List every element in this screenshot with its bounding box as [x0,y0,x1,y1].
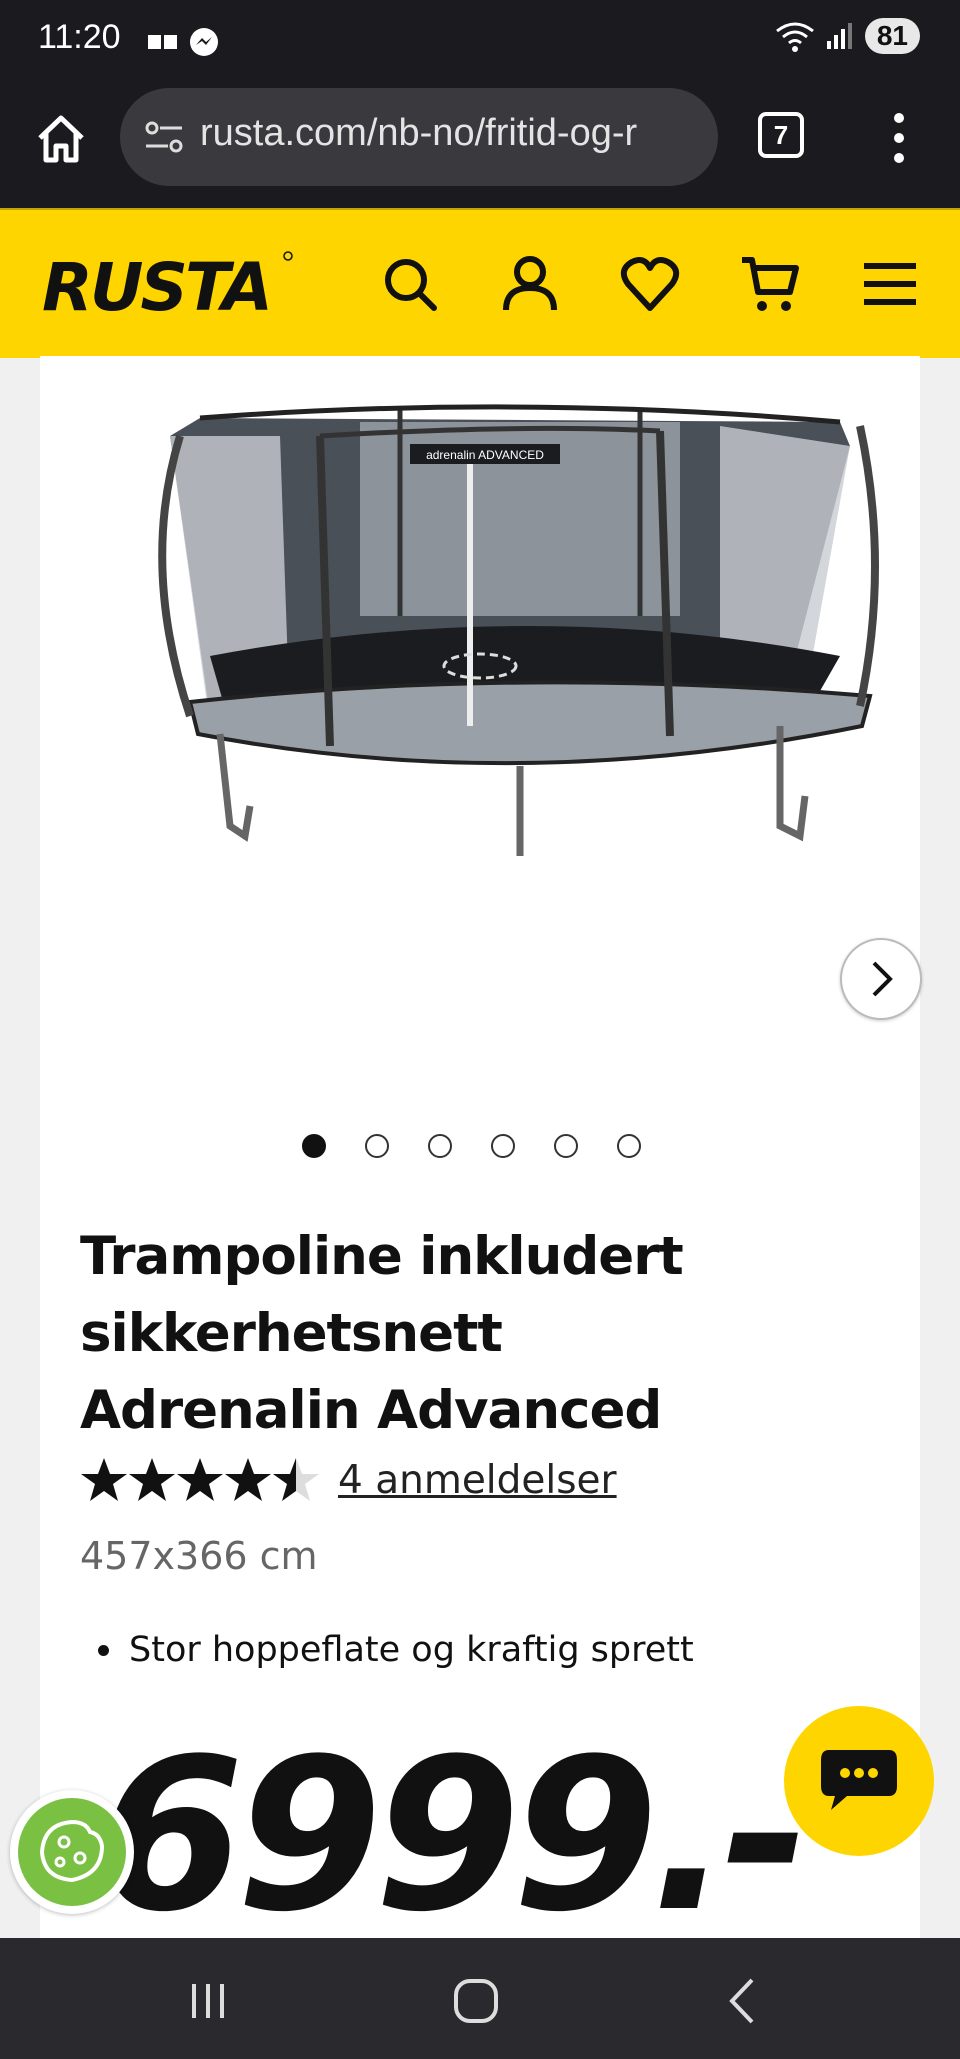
star-full-icon [81,1458,127,1501]
wifi-icon [775,22,814,52]
cookie-icon [18,1798,126,1906]
notification-icons [148,26,220,58]
browser-toolbar: rusta.com/nb-no/fritid-og-r 7 [0,84,960,208]
gallery-dot[interactable] [617,1134,641,1158]
star-half-icon [273,1458,319,1501]
gallery-dot[interactable] [491,1134,515,1158]
logo-text: RUSTA [42,249,270,320]
gallery-pagination [302,1134,641,1158]
gallery-dot[interactable] [302,1134,326,1158]
signal-icon [826,23,852,49]
product-rating: 4 anmeldelser [80,1456,617,1504]
star-full-icon [225,1458,271,1501]
chevron-right-icon [872,961,893,997]
address-bar[interactable]: rusta.com/nb-no/fritid-og-r [120,88,718,186]
site-settings-icon[interactable] [142,116,186,160]
gallery-next-button[interactable] [840,938,922,1020]
product-size: 457x366 cm [80,1534,318,1578]
account-icon[interactable] [500,254,560,314]
product-title: Trampoline inkludert sikkerhetsnett Adre… [80,1226,684,1441]
tab-switcher-button[interactable]: 7 [758,112,804,158]
home-nav-icon[interactable] [446,1976,506,2026]
cart-icon[interactable] [740,254,800,314]
gallery-dot[interactable] [554,1134,578,1158]
product-image[interactable]: adrenalin ADVANCED [80,366,880,866]
back-icon[interactable] [714,1976,774,2026]
chat-bubble-icon [821,1750,897,1810]
recent-apps-icon[interactable] [178,1976,238,2026]
system-icons: 81 [775,18,920,54]
home-icon[interactable] [34,112,88,166]
feature-item: Stor hoppeflate og kraftig sprett [98,1630,694,1670]
status-time: 11:20 [38,18,121,56]
url-text[interactable]: rusta.com/nb-no/fritid-og-r [200,112,637,155]
wishlist-heart-icon[interactable] [620,254,680,314]
battery-level: 81 [864,18,920,54]
star-rating [80,1456,320,1504]
system-navigation-bar [0,1938,960,2059]
star-full-icon [129,1458,175,1501]
gallery-dot[interactable] [428,1134,452,1158]
status-bar: 11:20 81 [0,0,960,84]
banner-text: adrenalin ADVANCED [426,448,544,462]
star-full-icon [177,1458,223,1501]
reviews-link[interactable]: 4 anmeldelser [338,1458,617,1503]
search-icon[interactable] [380,254,440,314]
site-header: RUSTA [0,208,960,358]
product-price: 6999.- [98,1713,809,1958]
feature-list: Stor hoppeflate og kraftig sprett [98,1630,694,1670]
more-options-icon[interactable] [884,110,914,166]
rusta-logo[interactable]: RUSTA [38,248,298,326]
menu-icon[interactable] [860,254,920,314]
cookie-settings-button[interactable] [10,1790,134,1914]
media-icon [148,35,177,49]
chat-button[interactable] [784,1706,934,1856]
messenger-icon [190,28,218,56]
gallery-dot[interactable] [365,1134,389,1158]
